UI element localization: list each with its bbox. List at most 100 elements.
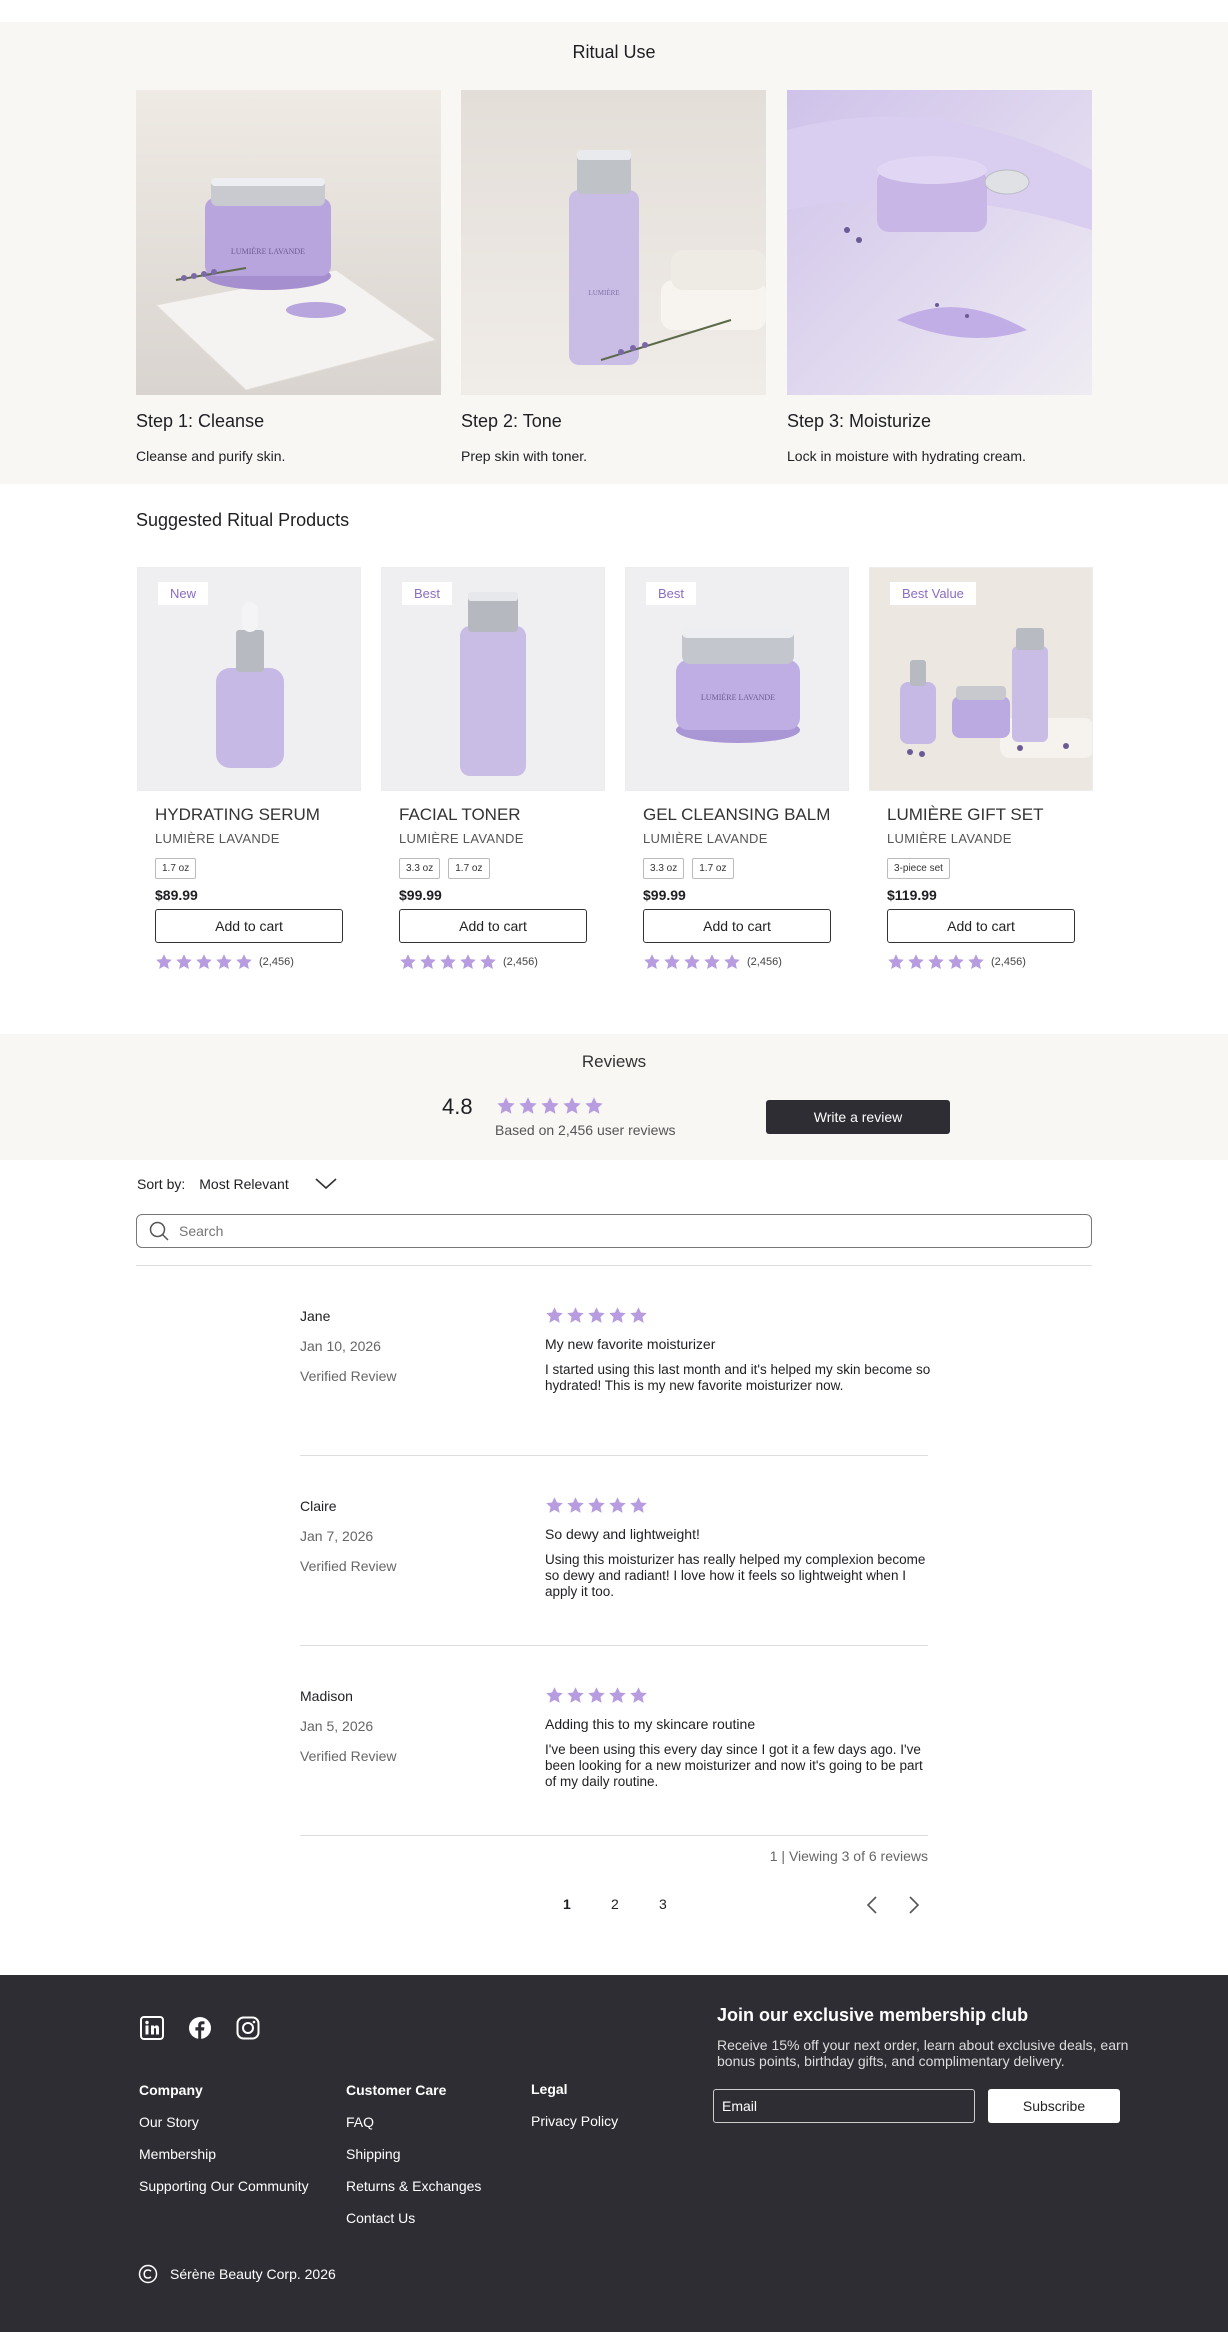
site-footer: Company Our Story Membership Supporting … [0,1975,1228,2332]
footer-link-our-story[interactable]: Our Story [139,2114,309,2130]
review-title: So dewy and lightweight! [545,1526,700,1542]
product-price: $99.99 [399,887,442,903]
footer-customer-care: Customer Care FAQ Shipping Returns & Exc… [346,2082,481,2242]
footer-link-returns[interactable]: Returns & Exchanges [346,2178,481,2194]
review-stars [545,1686,648,1705]
ritual-step-desc: Prep skin with toner. [461,448,588,464]
product-image[interactable]: New [137,567,361,791]
size-options: 3-piece set [887,858,1093,879]
divider [136,1265,1092,1266]
page-2[interactable]: 2 [611,1896,619,1912]
add-to-cart-button[interactable]: Add to cart [399,909,587,943]
sort-value[interactable]: Most Relevant [199,1176,288,1192]
product-image[interactable]: Best [381,567,605,791]
average-rating: 4.8 [442,1094,473,1119]
size-option[interactable]: 3.3 oz [399,858,441,879]
product-name[interactable]: GEL CLEANSING BALM [643,805,849,825]
ritual-step-heading: Step 3: Moisturize [787,411,932,431]
chevron-right-icon[interactable] [908,1896,920,1914]
star-icon [948,954,964,969]
ritual-step-desc: Cleanse and purify skin. [136,448,286,464]
product-rating: (2,456) [887,953,1093,971]
rating-count: (2,456) [259,956,294,968]
star-icon [546,1687,563,1703]
product-card[interactable]: LUMIÈRE LAVANDE Best GEL CLEANSING BALM … [625,567,849,971]
product-rating: (2,456) [399,953,605,971]
size-option[interactable]: 3-piece set [887,858,950,879]
linkedin-icon[interactable] [140,2016,164,2040]
star-icon [585,1097,603,1114]
star-icon [644,954,660,969]
product-name[interactable]: LUMIÈRE GIFT SET [887,805,1093,825]
review-search[interactable] [136,1214,1092,1248]
sort-label: Sort by: [137,1176,186,1192]
footer-heading: Company [139,2082,203,2098]
star-icon [630,1307,647,1323]
product-rating: (2,456) [643,953,849,971]
footer-legal: Legal Privacy Policy [531,2081,618,2145]
product-image[interactable]: LUMIÈRE LAVANDE Best [625,567,849,791]
size-option[interactable]: 1.7 oz [155,858,197,879]
sort-control[interactable]: Sort by: Most Relevant [137,1176,337,1192]
ritual-step-desc: Lock in moisture with hydrating cream. [787,448,1026,464]
svg-text:LUMIÈRE LAVANDE: LUMIÈRE LAVANDE [231,246,305,256]
star-icon [563,1097,581,1114]
product-image[interactable]: Best Value [869,567,1093,791]
footer-link-contact[interactable]: Contact Us [346,2210,481,2226]
star-icon [928,954,944,969]
ritual-step-cleanse: LUMIÈRE LAVANDE Step 1: Cleanse Cleanse … [136,90,441,464]
ritual-step-image [787,90,1092,395]
average-stars [496,1096,604,1116]
review-body: I started using this last month and it's… [545,1362,931,1393]
product-brand: LUMIÈRE LAVANDE [155,831,280,846]
facebook-icon[interactable] [188,2016,212,2040]
footer-link-membership[interactable]: Membership [139,2146,309,2162]
product-name[interactable]: FACIAL TONER [399,805,605,825]
size-option[interactable]: 1.7 oz [448,858,490,879]
page-1[interactable]: 1 [563,1896,571,1912]
chevron-down-icon[interactable] [315,1178,337,1190]
ritual-step-image: LUMIÈRE LAVANDE [136,90,441,395]
email-field[interactable] [713,2089,975,2123]
product-card[interactable]: Best FACIAL TONER LUMIÈRE LAVANDE 3.3 oz… [381,567,605,971]
star-icon [609,1307,626,1323]
size-options: 1.7 oz [155,858,361,879]
chevron-left-icon[interactable] [866,1896,878,1914]
add-to-cart-button[interactable]: Add to cart [643,909,831,943]
product-badge: Best Value [890,582,976,605]
subscribe-button[interactable]: Subscribe [988,2089,1120,2123]
size-option[interactable]: 1.7 oz [692,858,734,879]
size-options: 3.3 oz 1.7 oz [643,858,849,879]
footer-link-faq[interactable]: FAQ [346,2114,481,2130]
verified-label: Verified Review [300,1748,397,1764]
page-3[interactable]: 3 [659,1896,667,1912]
write-review-button[interactable]: Write a review [766,1100,950,1134]
product-brand: LUMIÈRE LAVANDE [887,831,1012,846]
product-price: $89.99 [155,887,198,903]
size-option[interactable]: 3.3 oz [643,858,685,879]
divider [300,1455,928,1456]
footer-link-privacy[interactable]: Privacy Policy [531,2113,618,2129]
copyright-text: Sérène Beauty Corp. 2026 [170,2266,336,2282]
rating-count: (2,456) [991,956,1026,968]
add-to-cart-button[interactable]: Add to cart [155,909,343,943]
review-item: Jane Jan 10, 2026 Verified Review My new… [300,1307,930,1393]
product-brand: LUMIÈRE LAVANDE [399,831,524,846]
footer-link-shipping[interactable]: Shipping [346,2146,481,2162]
product-card[interactable]: Best Value LUMIÈRE GIFT SET LUMIÈRE LAVA… [869,567,1093,971]
product-badge: Best [402,582,453,605]
review-title: Adding this to my skincare routine [545,1716,756,1732]
star-icon [497,1097,515,1114]
review-stars [545,1496,648,1515]
product-price: $119.99 [887,887,937,903]
product-name[interactable]: HYDRATING SERUM [155,805,361,825]
footer-link-community[interactable]: Supporting Our Community [139,2178,309,2194]
review-count-text: Based on 2,456 user reviews [495,1122,676,1138]
search-input[interactable] [179,1223,1059,1239]
verified-label: Verified Review [300,1368,397,1384]
suggested-title: Suggested Ritual Products [136,510,350,530]
add-to-cart-button[interactable]: Add to cart [887,909,1075,943]
star-icon [156,954,172,969]
product-card[interactable]: New HYDRATING SERUM LUMIÈRE LAVANDE 1.7 … [137,567,361,971]
instagram-icon[interactable] [236,2016,260,2040]
